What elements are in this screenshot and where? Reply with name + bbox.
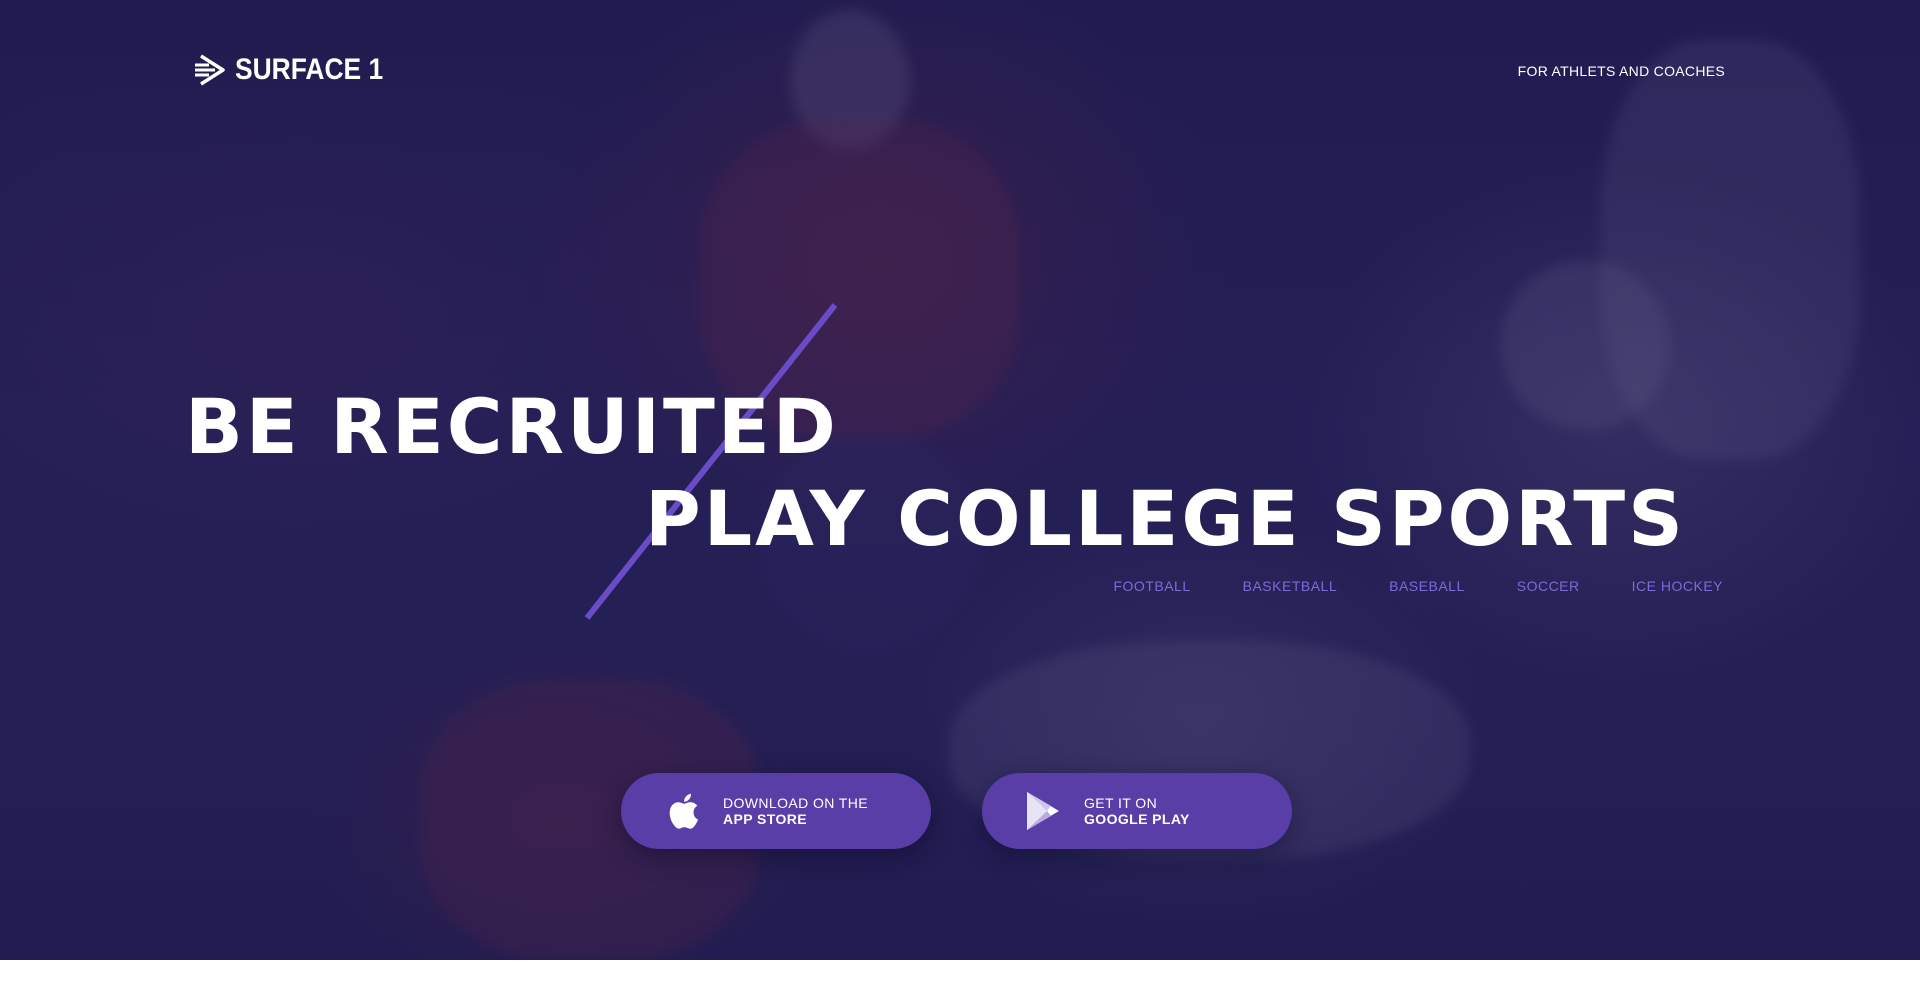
surface1-logo-icon bbox=[195, 54, 225, 86]
sport-link-basketball[interactable]: BASKETBALL bbox=[1243, 578, 1338, 594]
app-store-button[interactable]: DOWNLOAD ON THE APP STORE bbox=[621, 773, 931, 849]
brand-logo[interactable]: SURFACE 1 bbox=[193, 52, 403, 88]
google-play-icon bbox=[1022, 790, 1064, 832]
apple-icon bbox=[661, 790, 703, 832]
hero-section: SURFACE 1 FOR ATHLETS AND COACHES BE REC… bbox=[0, 0, 1920, 960]
sport-link-football[interactable]: FOOTBALL bbox=[1113, 578, 1190, 594]
brand-name: SURFACE 1 bbox=[235, 53, 384, 86]
sport-link-baseball[interactable]: BASEBALL bbox=[1389, 578, 1465, 594]
google-play-button[interactable]: GET IT ON GOOGLE PLAY bbox=[982, 773, 1292, 849]
google-play-line2: GOOGLE PLAY bbox=[1084, 811, 1190, 827]
page-below-hero bbox=[0, 960, 1920, 998]
headline-play-college-sports: PLAY COLLEGE SPORTS bbox=[645, 474, 1686, 563]
app-store-line2: APP STORE bbox=[723, 811, 807, 827]
sport-link-ice-hockey[interactable]: ICE HOCKEY bbox=[1632, 578, 1723, 594]
app-store-line1: DOWNLOAD ON THE bbox=[723, 795, 868, 811]
headline-be-recruited: BE RECRUITED bbox=[185, 382, 839, 471]
sports-list: FOOTBALL BASKETBALL BASEBALL SOCCER ICE … bbox=[1061, 578, 1723, 594]
audience-link[interactable]: FOR ATHLETS AND COACHES bbox=[1518, 63, 1725, 79]
google-play-line1: GET IT ON bbox=[1084, 795, 1158, 811]
sport-link-soccer[interactable]: SOCCER bbox=[1517, 578, 1580, 594]
